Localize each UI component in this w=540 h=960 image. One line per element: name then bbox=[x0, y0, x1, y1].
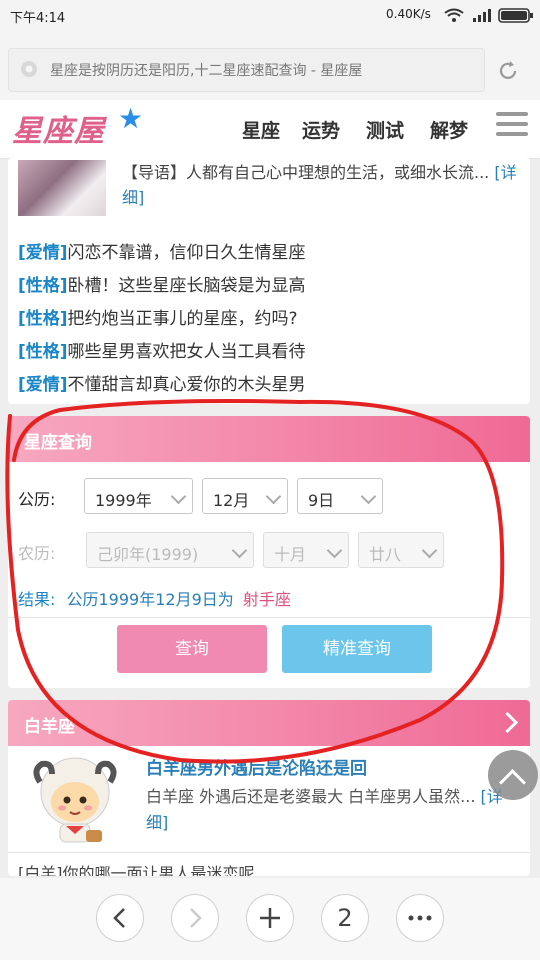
lunar-day-value: 廿八 bbox=[369, 545, 402, 564]
more-icon bbox=[408, 915, 432, 921]
list-item[interactable]: [爱情]不懂甜言却真心爱你的木头星男 bbox=[18, 370, 306, 395]
more-menu-button[interactable] bbox=[396, 894, 444, 942]
signal-icon bbox=[473, 9, 491, 22]
article-tag[interactable]: [性格] bbox=[18, 276, 68, 296]
network-speed: 0.40K/s bbox=[386, 7, 431, 21]
new-tab-button[interactable] bbox=[246, 894, 294, 942]
intro-text: 【导语】人都有自己心中理想的生活，或细水长流... [详细] bbox=[122, 160, 522, 210]
lunar-year-value: 己卯年(1999) bbox=[97, 545, 199, 564]
solar-month-value: 12月 bbox=[213, 491, 250, 510]
chevron-right-icon bbox=[190, 908, 202, 928]
plus-icon bbox=[260, 908, 280, 928]
article-tag[interactable]: [性格] bbox=[18, 342, 68, 362]
nav-item-dream[interactable]: 解梦 bbox=[430, 116, 468, 143]
wifi-icon bbox=[444, 8, 464, 22]
aries-description: 白羊座 外遇后还是老婆最大 白羊座男人虽然... [详细] bbox=[146, 784, 520, 836]
divider bbox=[8, 617, 530, 618]
chevron-left-icon bbox=[113, 908, 125, 928]
url-text[interactable]: 星座是按阴历还是阳历,十二星座速配查询 - 星座屋 bbox=[50, 60, 470, 80]
article-thumbnail[interactable] bbox=[18, 160, 106, 216]
chevron-down-icon bbox=[170, 488, 187, 505]
nav-item-fortune[interactable]: 运势 bbox=[302, 116, 340, 143]
solar-day-select[interactable]: 9日 bbox=[297, 478, 383, 514]
solar-label: 公历: bbox=[18, 490, 56, 509]
list-item[interactable]: [性格]卧槽！这些星座长脑袋是为显高 bbox=[18, 271, 306, 296]
precise-query-button[interactable]: 精准查询 bbox=[282, 625, 432, 673]
result-sign-link[interactable]: 射手座 bbox=[243, 590, 291, 609]
query-button[interactable]: 查询 bbox=[117, 625, 267, 673]
list-item[interactable]: [性格]哪些星男喜欢把女人当工具看待 bbox=[18, 337, 306, 362]
battery-icon bbox=[498, 8, 533, 23]
lunar-month-value: 十月 bbox=[274, 545, 307, 564]
article-title[interactable]: 闪恋不靠谱，信仰日久生情星座 bbox=[68, 243, 306, 263]
nav-item-test[interactable]: 测试 bbox=[366, 116, 404, 143]
status-bar: 下午4:14 0.40K/s bbox=[0, 0, 540, 30]
query-result: 结果: 公历1999年12月9日为 射手座 bbox=[18, 586, 291, 610]
article-title[interactable]: 把约炮当正事儿的星座，约吗? bbox=[68, 309, 298, 329]
solar-day-value: 9日 bbox=[308, 491, 335, 510]
lunar-day-select[interactable]: 廿八 bbox=[358, 532, 444, 568]
list-item[interactable]: [白羊]你的哪一面让男人最迷恋呢 bbox=[18, 860, 255, 876]
site-icon bbox=[21, 61, 37, 77]
article-title[interactable]: 卧槽！这些星座长脑袋是为显高 bbox=[68, 276, 306, 296]
menu-icon[interactable] bbox=[496, 112, 528, 142]
aries-header[interactable] bbox=[8, 700, 530, 746]
solar-year-value: 1999年 bbox=[95, 491, 152, 510]
chevron-down-icon bbox=[421, 542, 438, 559]
aries-title[interactable]: 白羊座 bbox=[24, 712, 75, 737]
article-title[interactable]: 不懂甜言却真心爱你的木头星男 bbox=[68, 375, 306, 395]
chevron-down-icon bbox=[326, 542, 343, 559]
solar-month-select[interactable]: 12月 bbox=[202, 478, 288, 514]
lunar-label: 农历: bbox=[18, 544, 56, 563]
tabs-button[interactable]: 2 bbox=[321, 894, 369, 942]
intro-body: 【导语】人都有自己心中理想的生活，或细水长流... bbox=[122, 163, 490, 182]
query-title: 星座查询 bbox=[24, 433, 92, 453]
site-logo[interactable]: 星座屋 bbox=[12, 106, 105, 150]
forward-button[interactable] bbox=[171, 894, 219, 942]
chevron-down-icon bbox=[231, 542, 248, 559]
aries-desc-text: 白羊座 外遇后还是老婆最大 白羊座男人虽然... bbox=[146, 787, 476, 806]
lunar-year-select[interactable]: 己卯年(1999) bbox=[86, 532, 254, 568]
article-title[interactable]: 哪些星男喜欢把女人当工具看待 bbox=[68, 342, 306, 362]
article-tag[interactable]: [爱情] bbox=[18, 375, 68, 395]
result-text: 公历1999年12月9日为 bbox=[66, 590, 234, 609]
chevron-down-icon bbox=[360, 488, 377, 505]
list-item[interactable]: [性格]把约炮当正事儿的星座，约吗? bbox=[18, 304, 298, 329]
list-item[interactable]: [爱情]闪恋不靠谱，信仰日久生情星座 bbox=[18, 238, 306, 263]
divider bbox=[8, 852, 530, 853]
reload-icon[interactable] bbox=[495, 58, 521, 84]
article-tag[interactable]: [爱情] bbox=[18, 243, 68, 263]
chevron-down-icon bbox=[265, 488, 282, 505]
lunar-month-select[interactable]: 十月 bbox=[263, 532, 349, 568]
aries-mascot-image[interactable] bbox=[30, 752, 120, 848]
aries-headline-link[interactable]: 白羊座男外遇后是沦陷还是回 bbox=[146, 754, 367, 779]
solar-year-select[interactable]: 1999年 bbox=[84, 478, 193, 514]
article-tag[interactable]: [性格] bbox=[18, 309, 68, 329]
result-label: 结果: bbox=[18, 590, 56, 609]
status-time: 下午4:14 bbox=[10, 11, 66, 26]
back-button[interactable] bbox=[96, 894, 144, 942]
nav-item-constellation[interactable]: 星座 bbox=[242, 116, 280, 143]
star-icon: ★ bbox=[118, 102, 144, 135]
